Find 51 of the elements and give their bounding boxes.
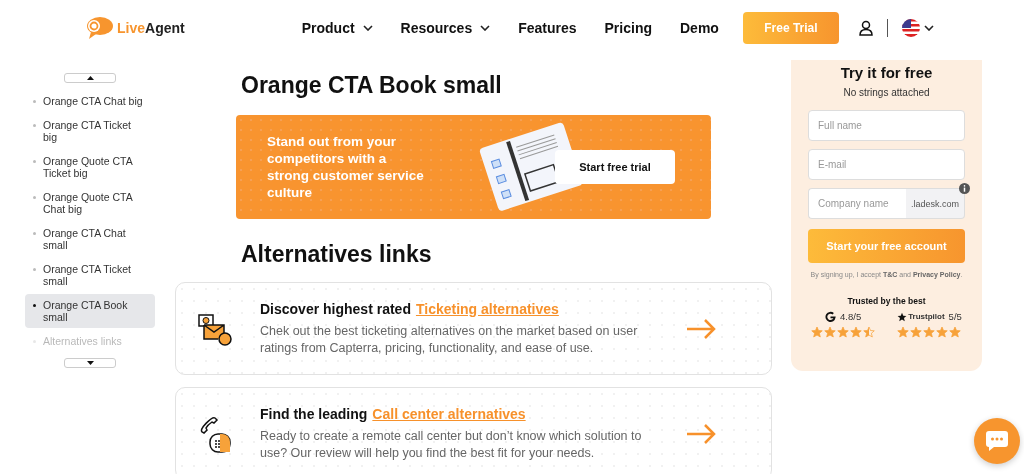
star-icon — [910, 326, 923, 338]
caret-down-icon — [86, 361, 94, 365]
g2-logo-icon — [825, 311, 837, 322]
rating-score: 5/5 — [948, 311, 962, 322]
card-description: Ready to create a remote call center but don’t know which solution to use? Our review will help you find the best fit for your needs. — [260, 427, 643, 462]
chat-bubble-icon — [985, 430, 1009, 452]
star-icon — [863, 326, 876, 338]
user-icon[interactable] — [858, 20, 873, 36]
star-icon — [850, 326, 863, 338]
scroll-down-button[interactable] — [64, 358, 116, 368]
sidebar-item[interactable]: Orange CTA Ticket small — [25, 258, 155, 292]
star-icon — [811, 326, 824, 338]
nav-link[interactable]: Pricing — [604, 20, 652, 36]
trusted-heading: Trusted by the best — [847, 296, 926, 306]
nav-link[interactable]: Product — [301, 20, 373, 36]
info-icon[interactable] — [959, 183, 970, 194]
star-icon — [923, 326, 936, 338]
signup-subtitle: No strings attached — [843, 87, 930, 98]
sidebar-item[interactable]: Orange CTA Chat big — [25, 90, 155, 112]
nav-link[interactable]: Features — [518, 20, 577, 36]
card-title: Find the leading — [260, 405, 368, 422]
sidebar-item[interactable]: Orange CTA Book small — [25, 294, 155, 328]
star-icon — [949, 326, 962, 338]
page-heading: Orange CTA Book small — [241, 72, 503, 99]
nav-link[interactable]: Demo — [680, 20, 719, 36]
caret-up-icon — [86, 76, 94, 80]
sidebar-item[interactable]: Orange Quote CTA Chat big — [25, 186, 155, 220]
star-icon — [897, 326, 910, 338]
star-icon — [824, 326, 837, 338]
sidebar-item[interactable]: Orange Quote CTA Ticket big — [25, 150, 155, 184]
rating-score: 4.8/5 — [840, 311, 862, 322]
input-field[interactable]: E-mail — [808, 149, 965, 180]
start-trial-button[interactable]: Start free trial — [555, 150, 675, 184]
trustpilot-logo: Trustpilot — [897, 311, 945, 322]
nav-link[interactable]: Resources — [400, 20, 491, 36]
signup-title: Try it for free — [840, 64, 933, 81]
liveagent-logo[interactable]: LiveAgent — [85, 16, 185, 40]
chevron-down-icon — [480, 25, 491, 31]
sidebar-item[interactable]: Orange CTA Chat small — [25, 222, 155, 256]
card-description: Chek out the best ticketing alternatives on the market based on user ratings from Capterra, pricing, functionality, and ease of use. — [260, 322, 639, 357]
chevron-down-icon — [923, 25, 934, 31]
scroll-up-button[interactable] — [64, 73, 116, 83]
star-icon — [936, 326, 949, 338]
language-selector[interactable] — [901, 19, 934, 37]
chevron-down-icon — [362, 25, 373, 31]
star-icon — [837, 326, 850, 338]
sidebar-item[interactable]: Orange CTA Ticket big — [25, 114, 155, 148]
card-title: Discover highest rated — [260, 300, 411, 317]
input-field[interactable]: Full name — [808, 110, 965, 141]
section-heading: Alternatives links — [241, 241, 433, 268]
banner-text: Stand out from your competitors with a strong customer service culture — [267, 133, 425, 201]
